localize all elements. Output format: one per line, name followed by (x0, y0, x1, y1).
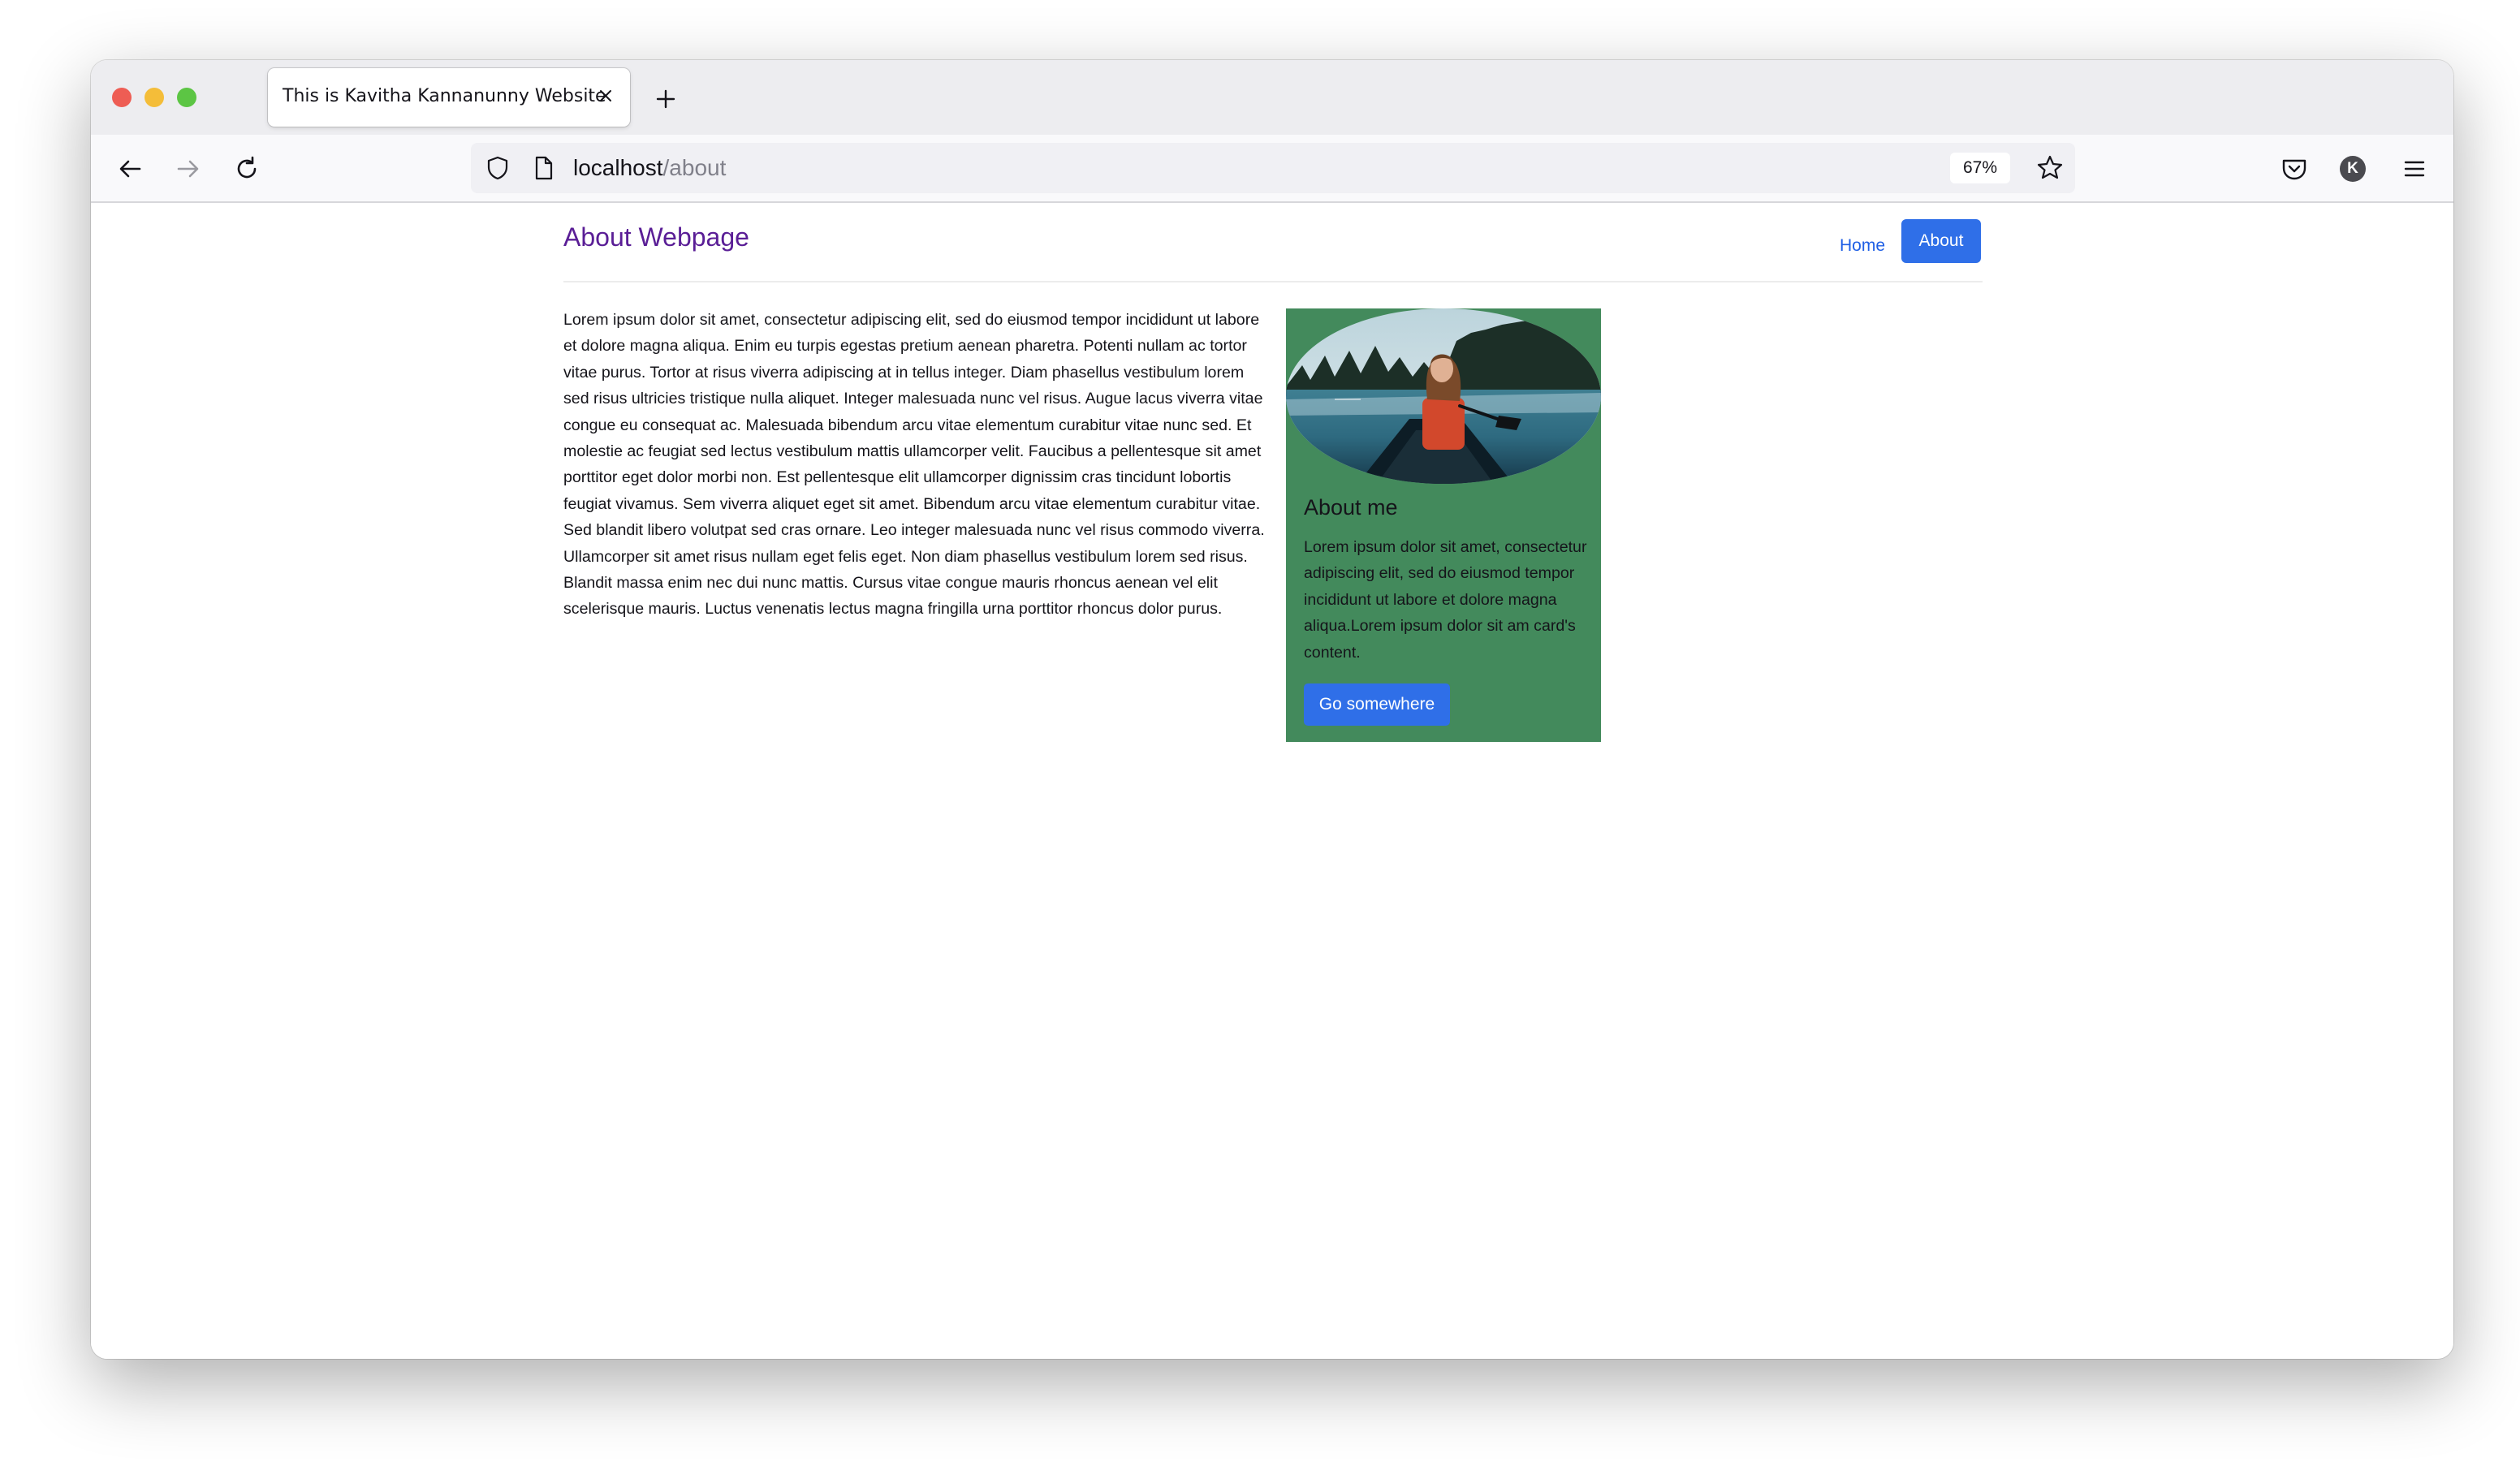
card-title: About me (1304, 495, 1398, 520)
maximize-window-button[interactable] (177, 88, 196, 107)
star-icon[interactable] (2035, 153, 2065, 183)
web-page: About Webpage Home About Lorem ipsum dol… (91, 203, 2453, 1359)
url-host: localhost (573, 155, 663, 180)
page-icon (535, 156, 553, 180)
tab-bar: This is Kavitha Kannanunny Website (91, 60, 2453, 135)
zoom-indicator[interactable]: 67% (1950, 153, 2010, 183)
browser-window: This is Kavitha Kannanunny Website local… (91, 60, 2453, 1359)
tab-title: This is Kavitha Kannanunny Website (283, 86, 606, 106)
arrow-right-icon[interactable] (170, 151, 206, 187)
site-header: About Webpage Home About (563, 203, 1983, 282)
card-text: Lorem ipsum dolor sit amet, consectetur … (1304, 538, 1587, 662)
profile-avatar[interactable]: K (2340, 156, 2366, 182)
close-icon[interactable] (594, 84, 617, 107)
reload-icon[interactable] (229, 151, 265, 187)
article-body: Lorem ipsum dolor sit amet, consectetur … (563, 311, 1265, 619)
browser-tab[interactable]: This is Kavitha Kannanunny Website (268, 68, 630, 127)
site-brand[interactable]: About Webpage (563, 222, 749, 252)
hamburger-menu-icon[interactable] (2397, 151, 2432, 187)
card-image (1286, 308, 1601, 484)
url-path: /about (662, 155, 727, 180)
nav-about-link[interactable]: About (1901, 219, 1981, 263)
about-card: About me Lorem ipsum dolor sit amet, con… (1286, 308, 1601, 742)
url-text[interactable]: localhost/about (573, 155, 726, 181)
close-window-button[interactable] (112, 88, 132, 107)
go-somewhere-button[interactable]: Go somewhere (1304, 683, 1450, 726)
arrow-left-icon[interactable] (112, 151, 148, 187)
shield-icon[interactable] (484, 154, 511, 182)
navigation-toolbar: localhost/about 67% K (91, 135, 2453, 203)
minimize-window-button[interactable] (145, 88, 164, 107)
pocket-icon[interactable] (2276, 151, 2312, 187)
plus-icon[interactable] (651, 84, 680, 114)
nav-home-link[interactable]: Home (1830, 224, 1895, 268)
address-bar[interactable]: localhost/about 67% (471, 143, 2075, 193)
